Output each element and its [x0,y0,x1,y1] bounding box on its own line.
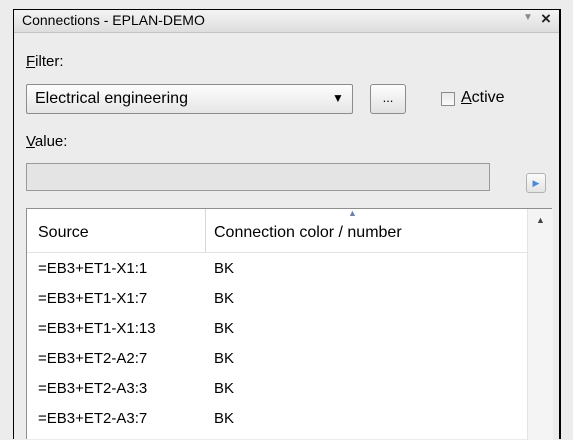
table-row[interactable]: =EB3+ET2-A2:7 BK [27,343,527,373]
dropdown-arrow-icon[interactable]: ▼ [523,12,533,23]
cell-source: =EB3+ET1-X1:13 [38,320,156,337]
cell-connection-color: BK [214,260,235,277]
apply-value-button[interactable]: ▶ [526,173,546,193]
column-header-source[interactable]: Source [27,209,206,253]
cell-connection-color: BK [214,320,235,337]
cell-connection-color: BK [214,380,235,397]
filter-browse-button[interactable]: ... [370,84,406,114]
filter-selected-value: Electrical engineering [35,90,188,107]
close-icon[interactable]: × [541,9,551,29]
panel-title: Connections - EPLAN-DEMO [22,12,205,28]
panel-titlebar[interactable]: Connections - EPLAN-DEMO ▼ × [14,9,559,33]
table-row[interactable]: =EB3+ET2-A3:7 BK [27,403,527,433]
chevron-down-icon: ▼ [332,91,344,105]
cell-source: =EB3+ET1-X1:1 [38,260,148,277]
table-row[interactable]: =EB3+ET2-A3:3 BK [27,373,527,403]
cell-connection-color: BK [214,290,235,307]
filter-label: Filter: [26,53,64,70]
table-body: =EB3+ET1-X1:1 BK =EB3+ET1-X1:7 BK =EB3+ET1-X… [27,253,527,433]
cell-source: =EB3+ET1-X1:7 [38,290,148,307]
cell-source: =EB3+ET2-A3:7 [38,410,148,427]
cell-source: =EB3+ET2-A2:7 [38,350,148,367]
vertical-scrollbar[interactable]: ▲ [527,209,553,440]
active-checkbox[interactable] [441,92,455,106]
value-label: Value: [26,133,68,150]
filter-dropdown[interactable]: Electrical engineering ▼ [26,84,353,114]
panel-left-border [13,9,14,439]
cell-source: =EB3+ET2-A3:3 [38,380,148,397]
connections-table: Source ▲ Connection color / number =EB3+… [26,208,553,440]
cell-connection-color: BK [214,410,235,427]
scroll-up-icon[interactable]: ▲ [536,215,545,225]
table-row[interactable]: =EB3+ET1-X1:7 BK [27,283,527,313]
column-header-connection-color[interactable]: ▲ Connection color / number [206,208,462,253]
cell-connection-color: BK [214,350,235,367]
active-label[interactable]: Active [461,89,505,107]
value-input[interactable] [26,163,490,191]
sort-ascending-icon: ▲ [348,208,357,218]
connections-panel: Connections - EPLAN-DEMO ▼ × Filter: Ele… [0,0,573,440]
play-icon: ▶ [532,178,540,188]
panel-right-border [559,9,561,439]
table-row[interactable]: =EB3+ET1-X1:13 BK [27,313,527,343]
table-row[interactable]: =EB3+ET1-X1:1 BK [27,253,527,283]
